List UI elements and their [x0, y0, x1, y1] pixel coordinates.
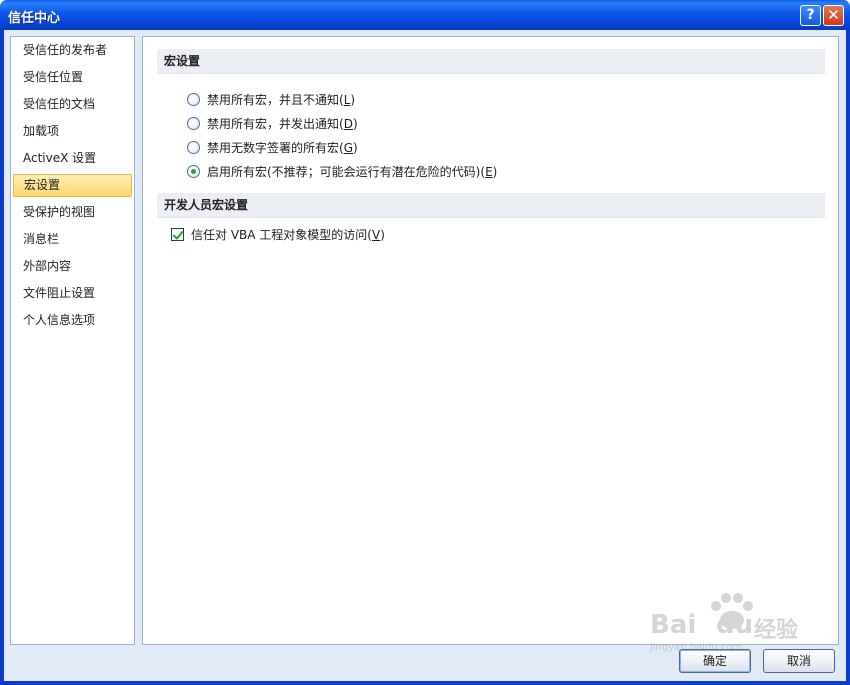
option-label: 启用所有宏(不推荐；可能会运行有潜在危险的代码)(E) [207, 164, 498, 179]
sidebar-item-label: 受信任位置 [23, 70, 84, 84]
sidebar: 受信任的发布者 受信任位置 受信任的文档 加载项 ActiveX 设置 宏设置 … [10, 36, 135, 645]
sidebar-item-activex-settings[interactable]: ActiveX 设置 [13, 147, 132, 170]
sidebar-item-protected-view[interactable]: 受保护的视图 [13, 201, 132, 224]
checkbox-trust-vba-access[interactable]: 信任对 VBA 工程对象模型的访问(V) [171, 225, 385, 243]
sidebar-item-label: 消息栏 [23, 232, 60, 246]
radio-enable-all[interactable]: 启用所有宏(不推荐；可能会运行有潜在危险的代码)(E) [187, 162, 497, 180]
window-title: 信任中心 [8, 11, 61, 26]
macro-settings-heading: 宏设置 [157, 49, 825, 74]
option-label: 信任对 VBA 工程对象模型的访问(V) [191, 227, 385, 242]
help-button[interactable]: ? [800, 5, 821, 26]
sidebar-item-label: 外部内容 [23, 259, 72, 273]
sidebar-item-add-ins[interactable]: 加载项 [13, 120, 132, 143]
settings-panel: 宏设置 禁用所有宏，并且不通知(L) 禁用所有宏，并发出通知(D) 禁用无数字签… [142, 36, 839, 645]
help-icon: ? [806, 7, 815, 23]
sidebar-item-trusted-locations[interactable]: 受信任位置 [13, 66, 132, 89]
radio-button[interactable] [187, 116, 200, 130]
sidebar-item-trusted-publishers[interactable]: 受信任的发布者 [13, 39, 132, 62]
sidebar-item-label: 受信任的发布者 [23, 43, 108, 57]
close-icon: ✕ [827, 6, 840, 24]
sidebar-item-privacy-options[interactable]: 个人信息选项 [13, 309, 132, 332]
option-label: 禁用无数字签署的所有宏(G) [207, 140, 358, 155]
radio-button-selected[interactable] [187, 164, 200, 178]
sidebar-item-label: 文件阻止设置 [23, 286, 96, 300]
sidebar-item-macro-settings[interactable]: 宏设置 [13, 174, 132, 197]
trust-center-window: 信任中心 ? ✕ 受信任的发布者 受信任位置 受信任的文档 加载项 Active… [0, 0, 850, 685]
dialog-client-area: 受信任的发布者 受信任位置 受信任的文档 加载项 ActiveX 设置 宏设置 … [4, 30, 846, 681]
ok-button[interactable]: 确定 [679, 649, 751, 673]
radio-disable-with-notify[interactable]: 禁用所有宏，并发出通知(D) [187, 114, 358, 132]
radio-disable-unsigned[interactable]: 禁用无数字签署的所有宏(G) [187, 138, 358, 156]
sidebar-item-label: 加载项 [23, 124, 60, 138]
sidebar-item-label: 受信任的文档 [23, 97, 96, 111]
cancel-button[interactable]: 取消 [763, 649, 835, 673]
radio-button[interactable] [187, 92, 200, 106]
sidebar-item-file-block-settings[interactable]: 文件阻止设置 [13, 282, 132, 305]
sidebar-item-message-bar[interactable]: 消息栏 [13, 228, 132, 251]
radio-button[interactable] [187, 140, 200, 154]
sidebar-item-external-content[interactable]: 外部内容 [13, 255, 132, 278]
option-label: 禁用所有宏，并发出通知(D) [207, 116, 358, 131]
sidebar-item-trusted-documents[interactable]: 受信任的文档 [13, 93, 132, 116]
sidebar-item-label: 宏设置 [24, 178, 61, 192]
sidebar-item-label: 受保护的视图 [23, 205, 96, 219]
title-bar[interactable]: 信任中心 ? ✕ [0, 0, 850, 30]
developer-settings-heading: 开发人员宏设置 [157, 193, 825, 218]
sidebar-item-label: 个人信息选项 [23, 313, 96, 327]
checkbox[interactable] [171, 227, 184, 241]
option-label: 禁用所有宏，并且不通知(L) [207, 92, 356, 107]
close-button[interactable]: ✕ [823, 5, 844, 26]
radio-disable-no-notify[interactable]: 禁用所有宏，并且不通知(L) [187, 90, 355, 108]
sidebar-item-label: ActiveX 设置 [23, 151, 97, 165]
